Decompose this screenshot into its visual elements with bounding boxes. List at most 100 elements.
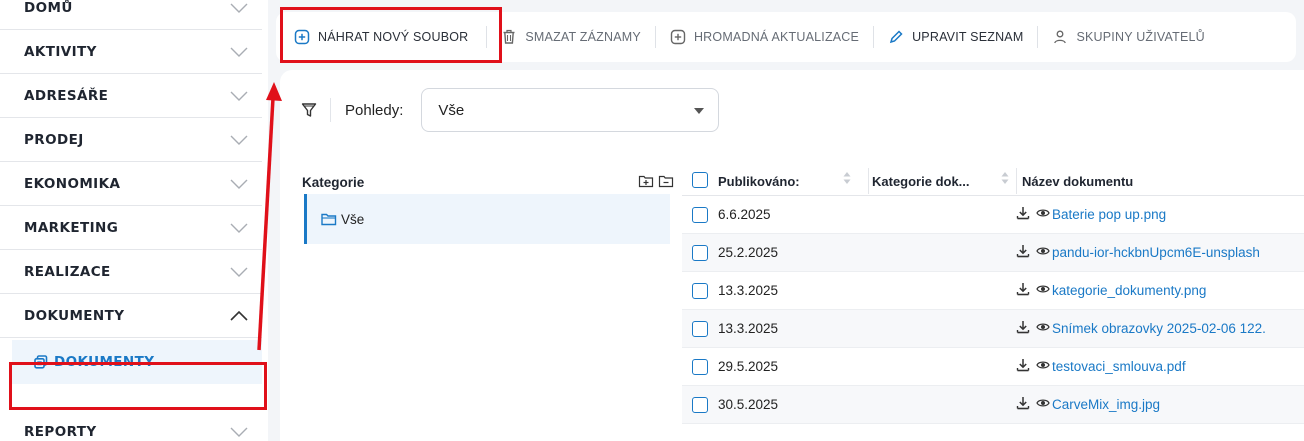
published-date: 6.6.2025 (718, 207, 771, 222)
column-divider (1016, 168, 1017, 194)
sidebar-item-realizace[interactable]: REALIZACE (0, 250, 262, 294)
document-name-link[interactable]: pandu-ior-hckbnUpcm6E-unsplash (1052, 245, 1304, 260)
annotation-box-upload (280, 7, 502, 63)
download-icon[interactable] (1016, 358, 1030, 372)
row-actions (1016, 206, 1050, 220)
table-row[interactable]: 29.5.2025 testovaci_smlouva.pdf (682, 348, 1304, 386)
user-icon (1052, 29, 1068, 45)
column-header-document-name[interactable]: Název dokumentu (1022, 174, 1133, 189)
sidebar-item-dokumenty[interactable]: DOKUMENTY (0, 294, 262, 338)
document-name-link[interactable]: CarveMix_img.jpg (1052, 397, 1304, 412)
delete-records-label: SMAZAT ZÁZNAMY (525, 30, 641, 44)
eye-icon[interactable] (1036, 282, 1050, 296)
edit-list-label: UPRAVIT SEZNAM (912, 30, 1024, 44)
edit-list-button[interactable]: UPRAVIT SEZNAM (874, 12, 1037, 62)
chevron-down-icon (230, 3, 248, 13)
sort-icon[interactable] (1000, 170, 1010, 186)
eye-icon[interactable] (1036, 396, 1050, 410)
category-item-vse[interactable]: Vše (304, 194, 670, 244)
collapse-all-icon[interactable] (658, 173, 674, 189)
row-checkbox[interactable] (692, 207, 708, 223)
sidebar-item-reporty[interactable]: REPORTY (0, 410, 262, 441)
chevron-down-icon (230, 427, 248, 437)
sidebar-item-label: MARKETING (24, 219, 119, 236)
published-date: 13.3.2025 (718, 283, 779, 298)
eye-icon[interactable] (1036, 358, 1050, 372)
table-row[interactable]: 13.3.2025 kategorie_dokumenty.png (682, 272, 1304, 310)
content-card: Pohledy: Vše Kategorie Vše Publikováno: … (280, 70, 1304, 441)
select-all-checkbox[interactable] (692, 172, 708, 188)
sidebar-item-label: DOMŮ (24, 0, 73, 16)
sidebar-item-label: REALIZACE (24, 263, 111, 280)
views-label: Pohledy: (345, 101, 404, 119)
row-actions (1016, 396, 1050, 410)
sidebar-item-prodej[interactable]: PRODEJ (0, 118, 262, 162)
annotation-box-documents (9, 362, 267, 410)
user-groups-button[interactable]: SKUPINY UŽIVATELŮ (1038, 12, 1218, 62)
bulk-update-button[interactable]: HROMADNÁ AKTUALIZACE (656, 12, 873, 62)
chevron-down-icon (230, 223, 248, 233)
document-name-link[interactable]: testovaci_smlouva.pdf (1052, 359, 1304, 374)
views-select-value: Vše (438, 101, 465, 119)
sidebar-item-label: ADRESÁŘE (24, 87, 109, 104)
filter-icon[interactable] (300, 101, 318, 119)
row-checkbox[interactable] (692, 283, 708, 299)
chevron-up-icon (230, 310, 248, 321)
views-select[interactable]: Vše (421, 88, 720, 132)
chevron-down-icon (230, 267, 248, 277)
delete-records-button[interactable]: SMAZAT ZÁZNAMY (487, 12, 655, 62)
sidebar-item-adresare[interactable]: ADRESÁŘE (0, 74, 262, 118)
row-checkbox[interactable] (692, 397, 708, 413)
trash-icon (501, 29, 517, 45)
sort-icon[interactable] (842, 170, 852, 186)
sidebar-item-ekonomika[interactable]: EKONOMIKA (0, 162, 262, 206)
table-header: Publikováno: Kategorie dok... Název doku… (682, 166, 1304, 196)
eye-icon[interactable] (1036, 206, 1050, 220)
sidebar-item-label: EKONOMIKA (24, 175, 121, 192)
row-checkbox[interactable] (692, 359, 708, 375)
chevron-down-icon (230, 47, 248, 57)
row-actions (1016, 320, 1050, 334)
row-actions (1016, 244, 1050, 258)
filter-row: Pohledy: Vše (300, 88, 720, 132)
categories-title: Kategorie (302, 175, 365, 190)
pencil-icon (888, 29, 904, 45)
chevron-down-icon (230, 135, 248, 145)
document-name-link[interactable]: Baterie pop up.png (1052, 207, 1304, 222)
bulk-update-label: HROMADNÁ AKTUALIZACE (693, 30, 860, 44)
eye-icon[interactable] (1036, 320, 1050, 334)
folder-icon (321, 212, 337, 226)
table-row[interactable]: 30.5.2025 CarveMix_img.jpg (682, 386, 1304, 424)
download-icon[interactable] (1016, 244, 1030, 258)
table-row[interactable]: 25.2.2025 pandu-ior-hckbnUpcm6E-unsplash (682, 234, 1304, 272)
document-name-link[interactable]: Snímek obrazovky 2025-02-06 122. (1052, 321, 1304, 336)
download-icon[interactable] (1016, 320, 1030, 334)
download-icon[interactable] (1016, 282, 1030, 296)
sidebar-item-label: DOKUMENTY (24, 307, 125, 324)
download-icon[interactable] (1016, 206, 1030, 220)
sidebar-item-label: AKTIVITY (24, 43, 97, 60)
sidebar-item-label: PRODEJ (24, 131, 84, 148)
column-header-published[interactable]: Publikováno: (718, 174, 800, 189)
eye-icon[interactable] (1036, 244, 1050, 258)
row-actions (1016, 358, 1050, 372)
sidebar-item-aktivity[interactable]: AKTIVITY (0, 30, 262, 74)
column-header-category[interactable]: Kategorie dok... (872, 174, 970, 189)
sidebar-item-domu[interactable]: DOMŮ (0, 0, 262, 30)
published-date: 29.5.2025 (718, 359, 779, 374)
table-row[interactable]: 13.3.2025 Snímek obrazovky 2025-02-06 122… (682, 310, 1304, 348)
row-actions (1016, 282, 1050, 296)
expand-all-icon[interactable] (638, 173, 654, 189)
column-divider (868, 168, 869, 194)
plus-square-icon (670, 29, 686, 45)
published-date: 30.5.2025 (718, 397, 779, 412)
row-checkbox[interactable] (692, 245, 708, 261)
published-date: 25.2.2025 (718, 245, 779, 260)
row-checkbox[interactable] (692, 321, 708, 337)
filter-divider (330, 98, 331, 122)
document-name-link[interactable]: kategorie_dokumenty.png (1052, 283, 1304, 298)
table-row[interactable]: 6.6.2025 Baterie pop up.png (682, 196, 1304, 234)
sidebar-item-marketing[interactable]: MARKETING (0, 206, 262, 250)
download-icon[interactable] (1016, 396, 1030, 410)
chevron-down-icon (230, 179, 248, 189)
